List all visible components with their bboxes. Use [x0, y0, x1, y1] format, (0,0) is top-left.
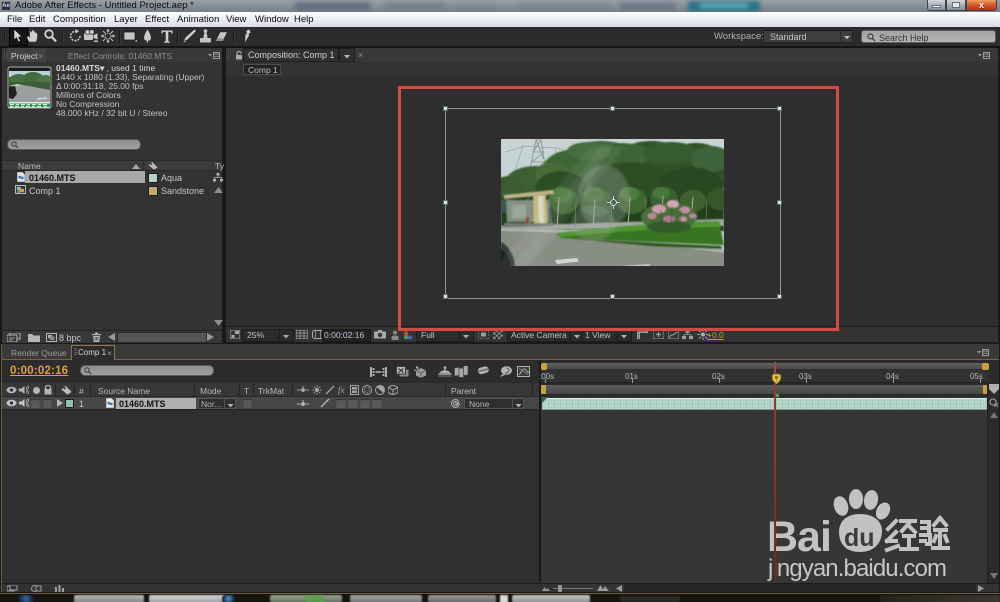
svg-text:du: du: [844, 524, 875, 552]
svg-text:Bai: Bai: [767, 513, 831, 561]
svg-text:jingyan.baidu.com: jingyan.baidu.com: [767, 555, 946, 582]
